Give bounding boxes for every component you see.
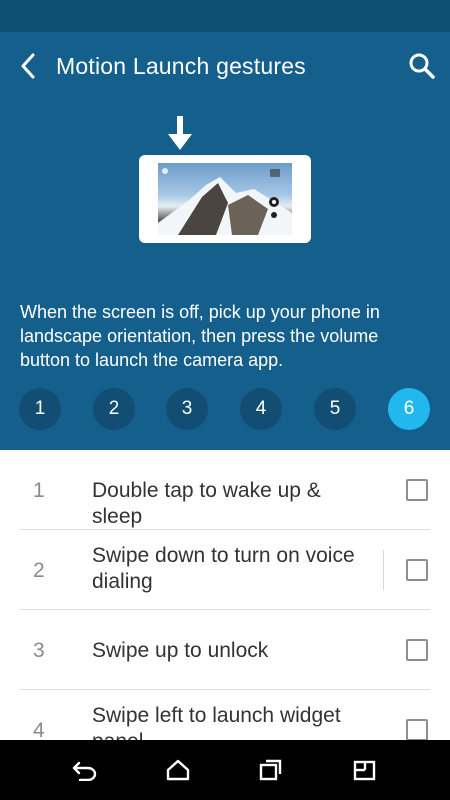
gesture-checkbox[interactable] <box>406 639 428 661</box>
gesture-label: Swipe up to unlock <box>92 639 269 662</box>
search-icon <box>409 53 435 79</box>
gesture-row[interactable]: 4 Swipe left to launch widget panel <box>0 690 450 740</box>
app-bar: Motion Launch gestures <box>0 32 450 100</box>
gesture-label: Double tap to wake up & sleep <box>92 479 321 528</box>
step-2[interactable]: 2 <box>93 388 135 430</box>
back-chevron-icon <box>21 53 35 79</box>
gesture-number: 2 <box>33 559 45 582</box>
step-3[interactable]: 3 <box>166 388 208 430</box>
page-title: Motion Launch gestures <box>56 52 306 79</box>
navigation-bar <box>0 740 450 800</box>
phone-landscape-illustration <box>139 155 311 243</box>
nav-back-button[interactable] <box>55 740 115 800</box>
step-5[interactable]: 5 <box>314 388 356 430</box>
search-button[interactable] <box>394 32 450 100</box>
status-bar <box>0 0 450 32</box>
nav-recents-button[interactable] <box>241 740 301 800</box>
gesture-label: Swipe down to turn on voice dialing <box>92 544 355 593</box>
nav-home-button[interactable] <box>148 740 208 800</box>
arrow-down-icon <box>168 116 192 150</box>
nav-multiwindow-button[interactable] <box>335 740 395 800</box>
gesture-row[interactable]: 3 Swipe up to unlock <box>0 610 450 690</box>
step-4[interactable]: 4 <box>240 388 282 430</box>
multi-window-icon <box>353 760 376 781</box>
back-icon <box>72 761 97 781</box>
step-indicator: 1 2 3 4 5 6 <box>0 388 450 432</box>
gesture-list: 1 Double tap to wake up & sleep 2 Swipe … <box>0 450 450 740</box>
gesture-number: 4 <box>33 719 45 740</box>
camera-preview-image <box>158 163 292 235</box>
home-icon <box>166 759 190 781</box>
recents-icon <box>259 759 282 781</box>
gesture-checkbox[interactable] <box>406 479 428 501</box>
step-6[interactable]: 6 <box>388 388 430 430</box>
gesture-description: When the screen is off, pick up your pho… <box>20 302 380 370</box>
gesture-row[interactable]: 2 Swipe down to turn on voice dialing <box>0 530 450 610</box>
gesture-checkbox[interactable] <box>406 719 428 740</box>
gesture-label: Swipe left to launch widget panel <box>92 704 341 740</box>
step-1[interactable]: 1 <box>19 388 61 430</box>
gesture-checkbox[interactable] <box>406 559 428 581</box>
gesture-number: 3 <box>33 639 45 662</box>
gesture-row[interactable]: 1 Double tap to wake up & sleep <box>0 450 450 530</box>
gesture-number: 1 <box>33 479 45 502</box>
back-button[interactable] <box>0 32 56 100</box>
row-separator <box>383 550 384 590</box>
